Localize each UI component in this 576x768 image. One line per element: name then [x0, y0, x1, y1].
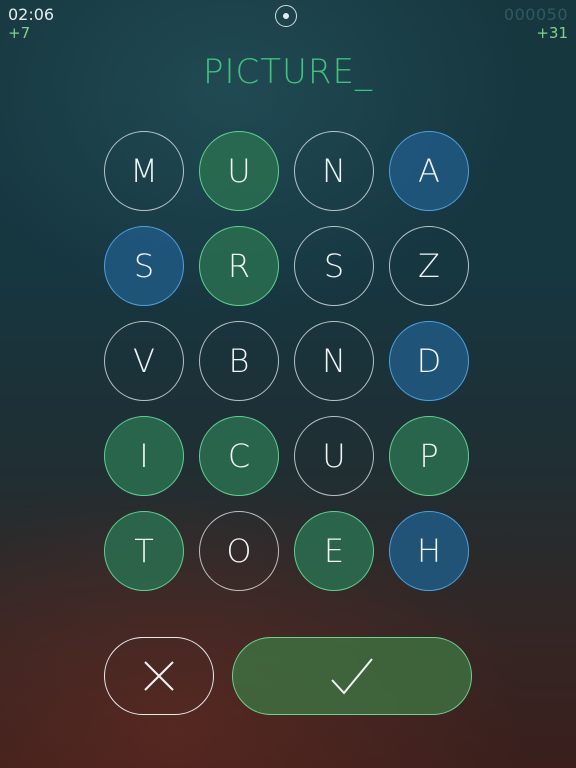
letter-tile[interactable]: I	[104, 416, 184, 496]
submit-button[interactable]	[232, 637, 472, 715]
letter-tile[interactable]: S	[294, 226, 374, 306]
letter-tile[interactable]: A	[389, 131, 469, 211]
letter-tile[interactable]: E	[294, 511, 374, 591]
letter-tile[interactable]: H	[389, 511, 469, 591]
letter-tile[interactable]: R	[199, 226, 279, 306]
letter-tile[interactable]: S	[104, 226, 184, 306]
checkmark-icon	[331, 658, 373, 695]
letter-tile[interactable]: B	[199, 321, 279, 401]
letter-tile[interactable]: C	[199, 416, 279, 496]
letter-tile[interactable]: T	[104, 511, 184, 591]
cancel-button[interactable]	[104, 637, 214, 715]
letter-tile[interactable]: O	[199, 511, 279, 591]
letter-tile[interactable]: M	[104, 131, 184, 211]
letter-tile[interactable]: V	[104, 321, 184, 401]
x-icon	[144, 661, 174, 691]
letter-tile[interactable]: D	[389, 321, 469, 401]
letter-tile[interactable]: U	[294, 416, 374, 496]
letter-tile[interactable]: N	[294, 321, 374, 401]
letter-tile[interactable]: Z	[389, 226, 469, 306]
letter-tile[interactable]: N	[294, 131, 374, 211]
letter-tile[interactable]: U	[199, 131, 279, 211]
letter-tile[interactable]: P	[389, 416, 469, 496]
letter-grid: M U N A S R S Z V B N D I C U P T O E H	[0, 0, 576, 620]
